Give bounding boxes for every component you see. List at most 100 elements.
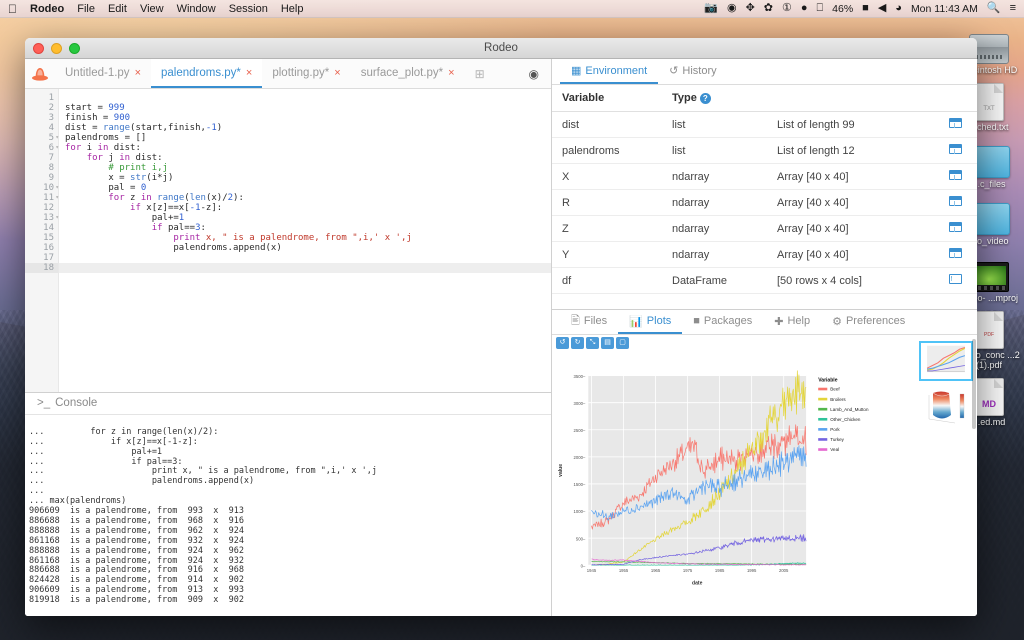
plots-scrollbar[interactable] (971, 335, 977, 616)
menu-item-rodeo[interactable]: Rodeo (30, 3, 64, 15)
svg-text:1955: 1955 (619, 568, 629, 573)
code-editor[interactable]: 1 2 3 4 5 6 7 8 9 10 11 12 13 14 15 16 1 (25, 89, 551, 392)
editor-tab-untitled-1[interactable]: Untitled-1.py × (55, 59, 151, 88)
table-row[interactable]: Z ndarray Array [40 x 40] (552, 216, 977, 242)
maximize-window-button[interactable] (69, 43, 80, 54)
expand-button[interactable]: ⤡ (586, 337, 599, 349)
camera-icon[interactable]: 📷 (704, 3, 718, 14)
search-icon[interactable]: 🔍 (987, 3, 1001, 14)
line-number[interactable]: 13 (25, 213, 58, 223)
view-grid-icon[interactable] (949, 170, 962, 180)
cell-action[interactable] (933, 112, 977, 138)
minimize-window-button[interactable] (51, 43, 62, 54)
bell-icon[interactable]: ● (801, 3, 808, 14)
table-row[interactable]: df DataFrame [50 rows x 4 cols] (552, 268, 977, 294)
table-row[interactable]: R ndarray Array [40 x 40] (552, 190, 977, 216)
menu-item-help[interactable]: Help (281, 3, 304, 15)
help-icon[interactable]: ? (700, 93, 711, 104)
console-line: ... (29, 486, 44, 496)
table-row[interactable]: X ndarray Array [40 x 40] (552, 164, 977, 190)
save-button[interactable]: ▤ (601, 337, 614, 349)
cell-type: list (662, 138, 767, 164)
editor-tab-palendroms[interactable]: palendroms.py* × (151, 59, 262, 88)
view-grid-icon[interactable] (949, 118, 962, 128)
table-row[interactable]: palendroms list List of length 12 (552, 138, 977, 164)
tab-preferences[interactable]: ⚙ Preferences (821, 310, 916, 334)
surface-plot-thumbnail[interactable] (919, 389, 973, 429)
settings-gear-icon[interactable]: ◉ (517, 59, 551, 88)
cell-action[interactable] (933, 216, 977, 242)
delete-button[interactable]: ▢ (616, 337, 629, 349)
close-tab-icon[interactable]: × (246, 67, 252, 79)
svg-text:Beef: Beef (830, 387, 840, 392)
view-grid-icon[interactable] (949, 248, 962, 258)
redo-button[interactable]: ↻ (571, 337, 584, 349)
undo-button[interactable]: ↺ (556, 337, 569, 349)
bottom-panel-tab-bar: 🖹 Files 📊 Plots ■ Packages ✚ Help ⚙ (552, 309, 977, 335)
notification-center-icon[interactable]: ≡ (1010, 3, 1016, 14)
cell-action[interactable] (933, 242, 977, 268)
tab-packages[interactable]: ■ Packages (682, 310, 763, 334)
view-grid-icon[interactable] (949, 196, 962, 206)
wifi-icon[interactable]: ◕ (895, 3, 902, 14)
editor-tab-surface-plot[interactable]: surface_plot.py* × (351, 59, 465, 88)
column-header-variable[interactable]: Variable (552, 85, 662, 112)
airplay-icon[interactable]: ⎕ (817, 3, 824, 14)
line-number[interactable]: 10 (25, 183, 58, 193)
svg-text:1975: 1975 (683, 568, 693, 573)
view-dataframe-icon[interactable] (949, 274, 962, 284)
svg-text:1985: 1985 (715, 568, 725, 573)
cell-action[interactable] (933, 268, 977, 294)
close-tab-icon[interactable]: × (135, 67, 141, 79)
close-window-button[interactable] (33, 43, 44, 54)
menu-item-file[interactable]: File (77, 3, 95, 15)
apple-logo-icon[interactable]:  (8, 3, 17, 15)
plots-scrollbar-thumb[interactable] (972, 339, 976, 429)
table-row[interactable]: Y ndarray Array [40 x 40] (552, 242, 977, 268)
cell-action[interactable] (933, 138, 977, 164)
menubar-clock[interactable]: Mon 11:43 AM (911, 3, 978, 15)
table-row[interactable]: dist list List of length 99 (552, 112, 977, 138)
cell-type: ndarray (662, 164, 767, 190)
close-tab-icon[interactable]: × (334, 67, 340, 79)
cell-type: ndarray (662, 216, 767, 242)
line-chart-thumbnail[interactable] (919, 341, 973, 381)
line-number[interactable]: 11 (25, 193, 58, 203)
tab-history[interactable]: ↺ History (658, 59, 727, 84)
plot-chart-container[interactable]: 0–500–1000–1500–2000–2500–3000–3500–1945… (552, 349, 915, 616)
tab-help[interactable]: ✚ Help (763, 310, 821, 334)
close-tab-icon[interactable]: × (448, 67, 454, 79)
tab-plots[interactable]: 📊 Plots (618, 310, 682, 334)
bluetooth-icon[interactable]: ✥ (746, 3, 755, 14)
menu-item-edit[interactable]: Edit (108, 3, 127, 15)
line-number[interactable]: 6 (25, 143, 58, 153)
editor-tab-plotting[interactable]: plotting.py* × (262, 59, 350, 88)
battery-icon[interactable]: ■ (862, 3, 869, 14)
cell-action[interactable] (933, 164, 977, 190)
console-output[interactable]: ... for z in range(len(x)/2): ... if x[z… (25, 415, 551, 616)
menu-item-view[interactable]: View (140, 3, 164, 15)
add-tab-icon[interactable]: ⊞ (465, 59, 495, 88)
menu-item-session[interactable]: Session (229, 3, 268, 15)
line-number: 2 (25, 103, 58, 113)
volume-icon[interactable]: ◀ (878, 3, 886, 14)
view-grid-icon[interactable] (949, 222, 962, 232)
clock-icon[interactable]: ① (782, 3, 792, 14)
tab-files[interactable]: 🖹 Files (560, 310, 618, 334)
cell-action[interactable] (933, 190, 977, 216)
editor-code-content[interactable]: start = 999 finish = 900 dist = range(st… (59, 89, 551, 392)
menu-item-window[interactable]: Window (177, 3, 216, 15)
cloud-icon[interactable]: ◉ (727, 3, 737, 14)
dropbox-icon[interactable]: ✿ (764, 3, 773, 14)
line-number[interactable]: 5 (25, 133, 58, 143)
editor-tab-label: plotting.py* (272, 67, 329, 79)
view-grid-icon[interactable] (949, 144, 962, 154)
cell-type: ndarray (662, 242, 767, 268)
plot-main-area: ↺ ↻ ⤡ ▤ ▢ 0–500–1000–1500–2000–2500–3000… (552, 335, 915, 616)
cell-value: List of length 99 (767, 112, 933, 138)
window-titlebar[interactable]: Rodeo (25, 38, 977, 59)
tab-label: Help (787, 315, 810, 327)
column-header-type[interactable]: Type? (662, 85, 767, 112)
svg-text:3500–: 3500– (574, 374, 586, 379)
tab-environment[interactable]: ▦ Environment (560, 59, 658, 84)
